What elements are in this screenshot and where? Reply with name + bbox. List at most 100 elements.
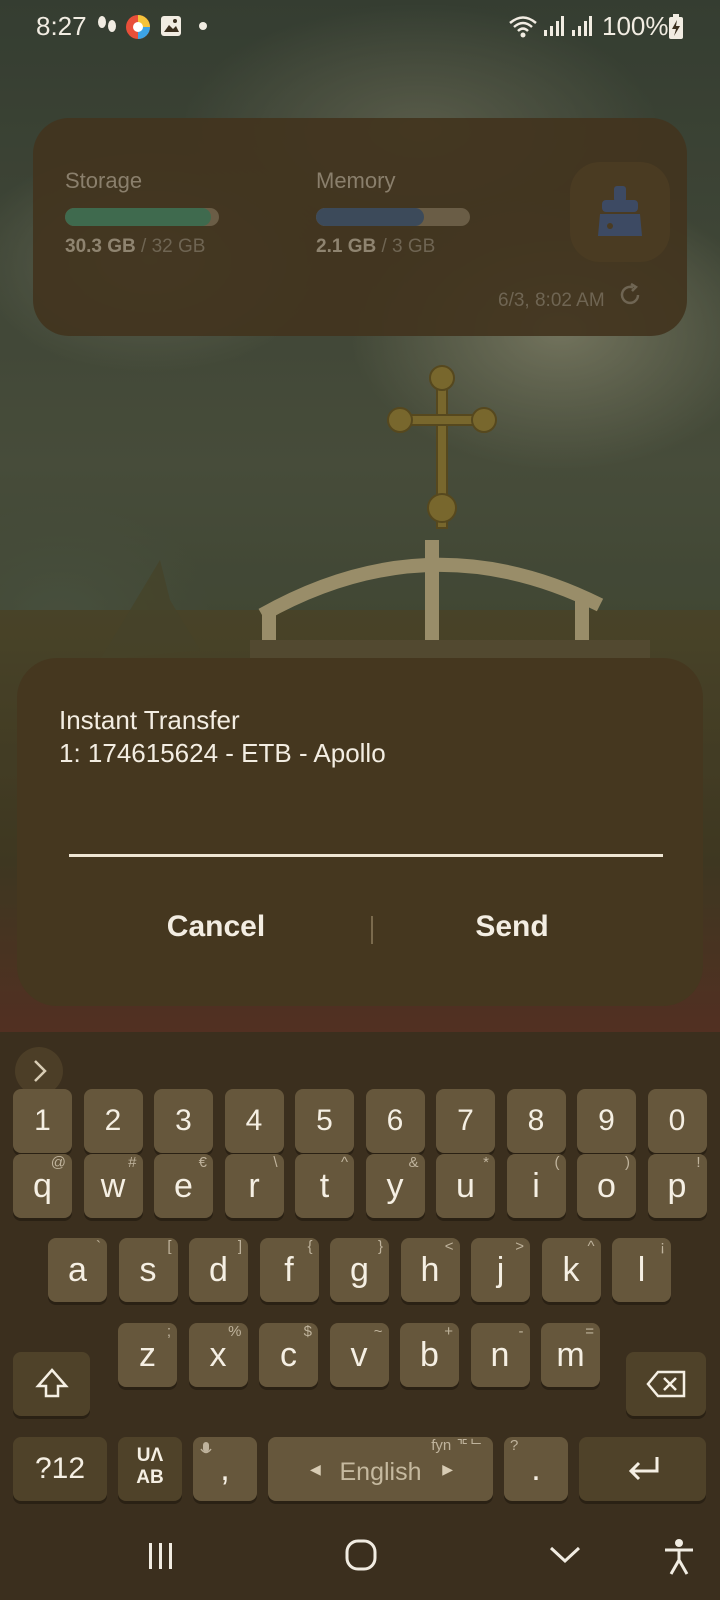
key-b[interactable]: + b — [400, 1323, 459, 1387]
key-c[interactable]: $ c — [259, 1323, 318, 1387]
key-x[interactable]: % x — [188, 1323, 248, 1387]
period-hint: ? — [510, 1437, 519, 1454]
key-a[interactable]: ` a — [48, 1238, 107, 1302]
period-key[interactable]: ? . — [504, 1437, 568, 1501]
language-switch-key[interactable]: UΛ AB — [118, 1437, 182, 1501]
shift-icon — [34, 1368, 69, 1398]
key-u[interactable]: * u — [436, 1154, 495, 1218]
notification-dot-icon — [199, 22, 207, 30]
memory-total: / 3 GB — [376, 236, 436, 257]
key-hint: { — [307, 1238, 313, 1255]
home-icon[interactable] — [344, 1538, 378, 1572]
key-f[interactable]: {f — [259, 1238, 319, 1302]
key-t[interactable]: ^ t — [295, 1154, 354, 1218]
key-hint: ( — [554, 1154, 560, 1171]
key-h[interactable]: < h — [400, 1238, 460, 1302]
key-label: m — [556, 1336, 585, 1374]
key-label: 6 — [386, 1104, 404, 1137]
navigation-bar — [0, 1514, 720, 1600]
notification-browser-icon — [126, 15, 150, 39]
key-7[interactable]: 7 — [436, 1089, 495, 1153]
enter-key[interactable] — [579, 1437, 706, 1501]
key-label: v — [350, 1336, 368, 1374]
backspace-key[interactable] — [626, 1352, 706, 1416]
key-n[interactable]: -n — [470, 1323, 530, 1387]
key-label: w — [100, 1167, 126, 1205]
key-label: p — [667, 1167, 687, 1205]
key-label: 5 — [316, 1104, 333, 1137]
send-button[interactable]: Send — [367, 896, 657, 958]
signal-icon-2 — [572, 16, 592, 36]
key-m[interactable]: = m — [541, 1323, 600, 1387]
key-o[interactable]: ) o — [577, 1154, 636, 1218]
key-6[interactable]: 6 — [365, 1089, 425, 1153]
refresh-icon[interactable] — [617, 282, 643, 308]
key-v[interactable]: ~ v — [329, 1323, 389, 1387]
key-hint: ; — [166, 1323, 171, 1340]
recents-icon[interactable] — [146, 1540, 176, 1572]
key-hint: = — [585, 1323, 594, 1340]
device-care-widget[interactable]: Storage 30.3 GB / 32 GB Memory 2.1 GB / … — [33, 118, 687, 336]
symbols-key[interactable]: ?12 — [13, 1437, 107, 1501]
key-w[interactable]: # w — [83, 1154, 143, 1218]
key-i[interactable]: (i — [506, 1154, 566, 1218]
key-hint: ) — [625, 1154, 630, 1171]
key-z[interactable]: ; z — [118, 1323, 177, 1387]
key-3[interactable]: 3 — [154, 1089, 213, 1153]
key-label: r — [248, 1167, 260, 1205]
key-label: k — [562, 1251, 580, 1289]
key-9[interactable]: 9 — [577, 1089, 636, 1153]
key-1[interactable]: 1 — [13, 1089, 72, 1153]
key-hint: } — [377, 1238, 383, 1255]
key-label: s — [139, 1251, 157, 1289]
key-y[interactable]: & y — [365, 1154, 425, 1218]
comma-key[interactable]: , — [193, 1437, 257, 1501]
key-p[interactable]: ! p — [647, 1154, 707, 1218]
key-r[interactable]: \ r — [224, 1154, 284, 1218]
key-label: 8 — [527, 1104, 545, 1137]
clean-button[interactable] — [570, 162, 670, 262]
key-l[interactable]: ¡ l — [612, 1238, 671, 1302]
key-k[interactable]: ^ k — [541, 1238, 601, 1302]
storage-bar — [65, 208, 219, 226]
accessibility-icon[interactable] — [662, 1538, 696, 1576]
key-hint: @ — [50, 1154, 66, 1171]
key-s[interactable]: [s — [118, 1238, 178, 1302]
key-label: u — [456, 1167, 475, 1205]
key-hint: + — [444, 1323, 453, 1340]
storage-value: 30.3 GB / 32 GB — [65, 236, 205, 258]
key-d[interactable]: ] d — [189, 1238, 248, 1302]
key-label: y — [386, 1167, 404, 1205]
key-label: 3 — [175, 1104, 192, 1137]
key-label: l — [637, 1251, 646, 1289]
key-2[interactable]: 2 — [83, 1089, 143, 1153]
notification-gallery-icon — [161, 16, 181, 36]
key-q[interactable]: @ q — [13, 1154, 72, 1218]
key-label: 9 — [598, 1104, 615, 1137]
key-e[interactable]: € e — [154, 1154, 213, 1218]
space-key[interactable]: fyn ᄀᄃᄂ ◀ English ▶ — [268, 1437, 493, 1501]
key-j[interactable]: > j — [471, 1238, 530, 1302]
keyboard: 1 2 3 4 5 6 7 8 9 0 @ q # w € e \ r ^ t & y * u(i) o! p ` a[s] d{f} g… — [0, 1032, 720, 1514]
space-language-label: English — [339, 1458, 422, 1486]
key-g[interactable]: } g — [330, 1238, 389, 1302]
key-label: i — [532, 1167, 540, 1205]
instant-transfer-dialog: Instant Transfer 1: 174615624 - ETB - Ap… — [17, 658, 703, 1006]
cancel-button[interactable]: Cancel — [71, 896, 361, 958]
key-hint: \ — [273, 1154, 278, 1171]
key-label: q — [33, 1167, 52, 1205]
key-4[interactable]: 4 — [224, 1089, 284, 1153]
key-0[interactable]: 0 — [647, 1089, 707, 1153]
key-8[interactable]: 8 — [506, 1089, 566, 1153]
key-label: 1 — [34, 1104, 51, 1137]
chevron-down-icon[interactable] — [548, 1542, 582, 1566]
response-input[interactable] — [69, 820, 663, 857]
key-5[interactable]: 5 — [295, 1089, 354, 1153]
storage-bar-fill — [65, 208, 212, 226]
shift-key[interactable] — [13, 1352, 90, 1416]
toolbar-expand-button[interactable] — [15, 1047, 63, 1095]
memory-bar-fill — [316, 208, 424, 226]
broom-icon — [598, 186, 642, 236]
dialog-message-line2: 1: 174615624 - ETB - Apollo — [59, 738, 386, 768]
key-label: t — [319, 1167, 330, 1205]
